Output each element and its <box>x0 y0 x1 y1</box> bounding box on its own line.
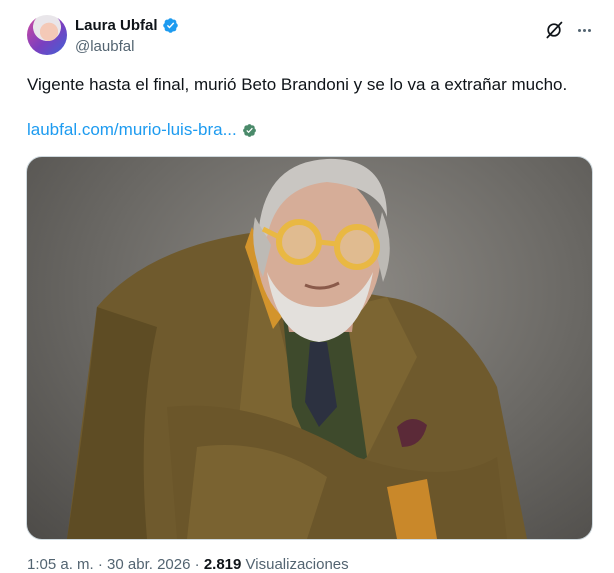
portrait-illustration <box>67 158 527 539</box>
author-handle[interactable]: @laubfal <box>75 38 134 55</box>
tweet-meta: 1:05 a. m. · 30 abr. 2026 · 2.819 Visual… <box>27 556 349 573</box>
verified-badge-icon <box>162 18 178 33</box>
more-icon[interactable] <box>574 20 594 40</box>
tweet-date[interactable]: 30 abr. 2026 <box>107 556 190 573</box>
author-name[interactable]: Laura Ubfal <box>75 17 158 34</box>
meta-separator: · <box>194 556 200 573</box>
avatar[interactable] <box>27 15 67 55</box>
grok-icon[interactable] <box>544 20 564 40</box>
tweet-text: Vigente hasta el final, murió Beto Brand… <box>27 75 568 94</box>
tweet-time[interactable]: 1:05 a. m. <box>27 556 94 573</box>
tweet-header: Laura Ubfal @laubfal <box>27 15 594 59</box>
views-label: Visualizaciones <box>245 556 349 573</box>
link-verified-icon <box>242 123 256 137</box>
meta-separator: · <box>97 556 103 573</box>
tweet-link[interactable]: laubfal.com/murio-luis-bra... <box>27 120 237 140</box>
author-name-row: Laura Ubfal <box>75 17 179 34</box>
tweet-media-image[interactable] <box>26 156 593 540</box>
tweet-link-row: laubfal.com/murio-luis-bra... <box>27 120 257 140</box>
views-count: 2.819 <box>203 556 242 573</box>
